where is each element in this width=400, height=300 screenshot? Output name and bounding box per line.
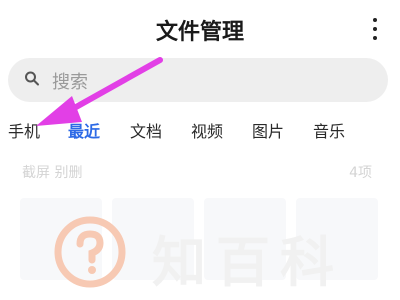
- tab-music[interactable]: 音乐: [313, 118, 345, 142]
- question-logo-icon: [52, 214, 128, 294]
- search-icon: [24, 70, 40, 92]
- watermark: 知百科: [52, 210, 392, 294]
- tab-images[interactable]: 图片: [252, 118, 284, 142]
- search-input[interactable]: 搜索: [8, 58, 388, 102]
- tab-phone[interactable]: 手机: [8, 118, 40, 142]
- tab-documents[interactable]: 文档: [130, 118, 162, 142]
- search-placeholder: 搜索: [52, 72, 88, 93]
- title-bar: 文件管理: [0, 0, 400, 56]
- section-title: 截屏 别删: [22, 165, 83, 181]
- watermark-text: 知百科: [152, 231, 344, 294]
- tab-videos[interactable]: 视频: [191, 118, 223, 142]
- tab-recent[interactable]: 最近: [68, 118, 100, 142]
- more-vertical-icon[interactable]: [366, 16, 384, 42]
- page-title: 文件管理: [155, 20, 244, 45]
- category-tabs: 手机 最近 文档 视频 图片 音乐: [0, 118, 400, 146]
- section-count[interactable]: 4项: [349, 162, 372, 182]
